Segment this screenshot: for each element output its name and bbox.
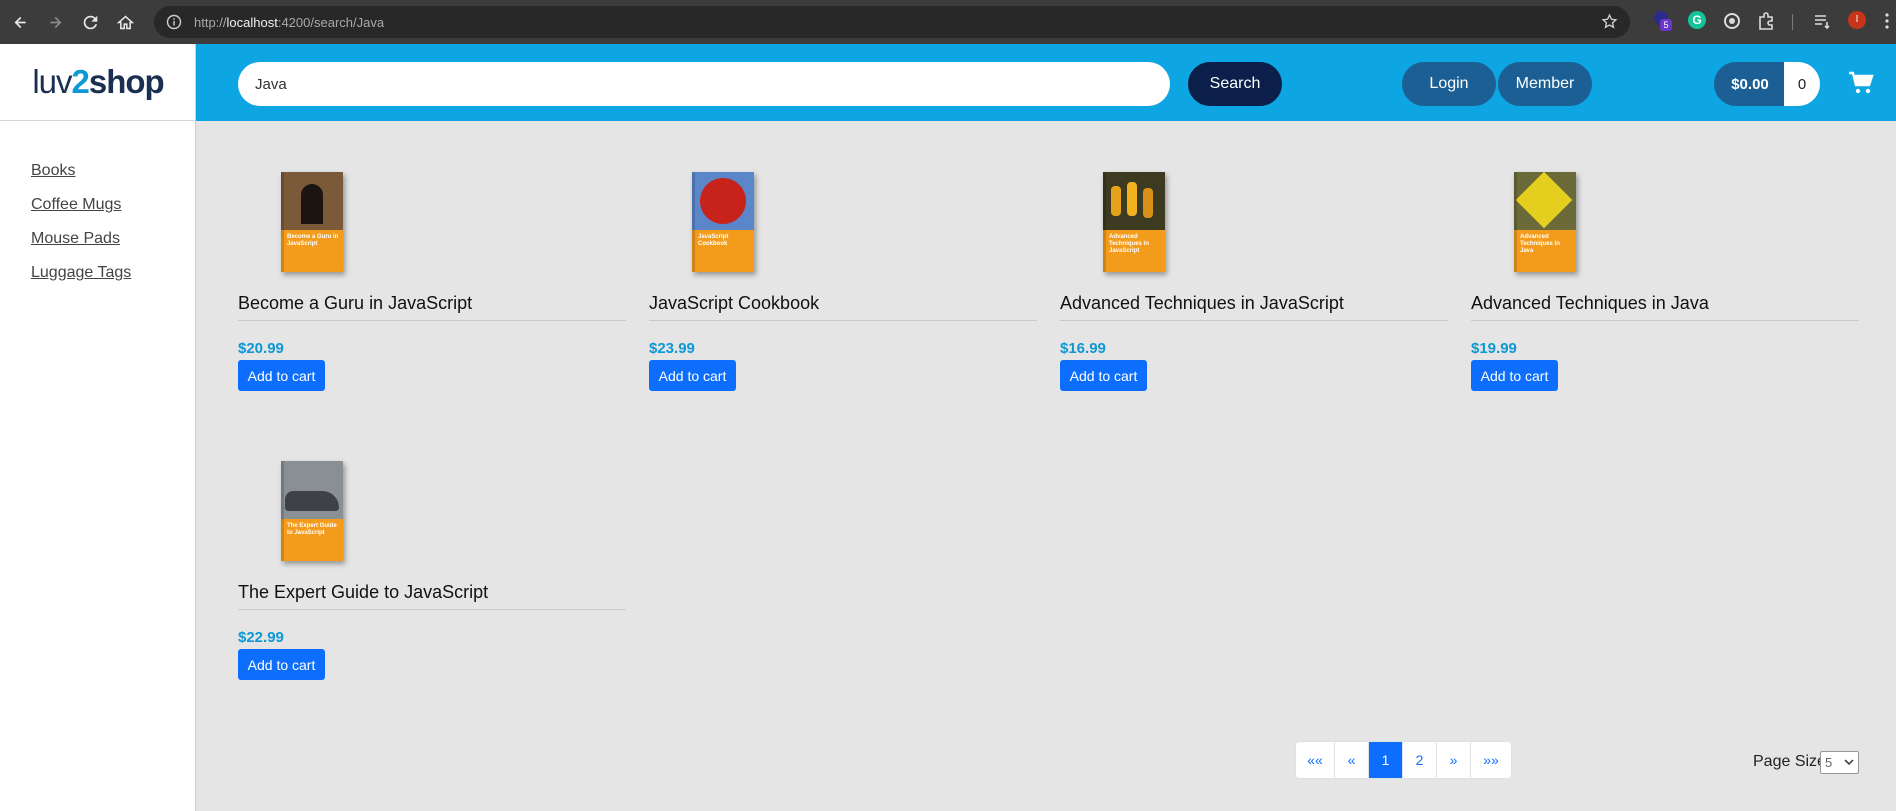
pagination: «« « 1 2 » »»	[1295, 741, 1512, 779]
book-cover-image[interactable]: JavaScript Cookbook	[692, 172, 754, 272]
url-text: http://localhost:4200/search/Java	[194, 14, 385, 30]
reading-list-icon[interactable]	[1812, 11, 1832, 31]
add-to-cart-button[interactable]: Add to cart	[238, 360, 325, 391]
toolbar-divider	[1792, 14, 1793, 30]
sidebar-item-books[interactable]: Books	[31, 162, 131, 181]
product-card: Advanced Techniques in JavaScript Advanc…	[1060, 172, 1448, 394]
product-price: $19.99	[1471, 340, 1517, 357]
sidebar: luv2shop Books Coffee Mugs Mouse Pads Lu…	[0, 44, 196, 811]
header-bar: Search Login Member $0.00 0	[196, 44, 1896, 121]
product-title[interactable]: The Expert Guide to JavaScript	[238, 582, 488, 603]
cart-icon[interactable]	[1848, 71, 1874, 95]
product-card: Become a Guru in JavaScript Become a Gur…	[238, 172, 626, 394]
page-last[interactable]: »»	[1471, 742, 1511, 778]
title-divider	[649, 320, 1037, 321]
product-card: Advanced Techniques in Java Advanced Tec…	[1471, 171, 1859, 394]
extension-shield-icon[interactable]	[1722, 11, 1742, 31]
title-divider	[1471, 320, 1859, 321]
login-button[interactable]: Login	[1402, 62, 1496, 106]
search-button[interactable]: Search	[1188, 62, 1282, 106]
product-title[interactable]: JavaScript Cookbook	[649, 293, 819, 314]
logo[interactable]: luv2shop	[0, 44, 196, 121]
page-1[interactable]: 1	[1369, 742, 1403, 778]
sidebar-item-luggage-tags[interactable]: Luggage Tags	[31, 264, 131, 283]
category-menu: Books Coffee Mugs Mouse Pads Luggage Tag…	[31, 162, 131, 298]
home-icon[interactable]	[112, 9, 138, 35]
page-next[interactable]: »	[1437, 742, 1471, 778]
book-cover-image[interactable]: Advanced Techniques in Java	[1514, 171, 1576, 272]
profile-avatar[interactable]: I	[1848, 11, 1868, 31]
member-button[interactable]: Member	[1498, 62, 1592, 106]
product-price: $16.99	[1060, 340, 1106, 357]
site-info-icon[interactable]	[166, 14, 182, 30]
page-2[interactable]: 2	[1403, 742, 1437, 778]
product-price: $20.99	[238, 340, 284, 357]
reload-icon[interactable]	[77, 9, 103, 35]
browser-toolbar: http://localhost:4200/search/Java 5 G I	[0, 0, 1896, 44]
cart-count: 0	[1784, 62, 1820, 106]
chevron-down-icon	[1844, 759, 1854, 766]
forward-icon[interactable]	[42, 9, 68, 35]
product-title[interactable]: Advanced Techniques in Java	[1471, 293, 1709, 314]
extensions-puzzle-icon[interactable]	[1756, 11, 1776, 31]
book-cover-image[interactable]: The Expert Guide to JavaScript	[281, 461, 343, 561]
page-prev[interactable]: «	[1335, 742, 1369, 778]
add-to-cart-button[interactable]: Add to cart	[1471, 360, 1558, 391]
title-divider	[238, 320, 626, 321]
cart-total: $0.00	[1714, 62, 1786, 106]
address-bar[interactable]: http://localhost:4200/search/Java	[154, 6, 1630, 38]
product-title[interactable]: Become a Guru in JavaScript	[238, 293, 472, 314]
extension-icon-badge[interactable]: 5	[1654, 11, 1674, 31]
add-to-cart-button[interactable]: Add to cart	[649, 360, 736, 391]
product-card: JavaScript Cookbook JavaScript Cookbook …	[649, 172, 1037, 394]
page-size-select[interactable]: 5	[1820, 751, 1859, 774]
add-to-cart-button[interactable]: Add to cart	[1060, 360, 1147, 391]
browser-menu-icon[interactable]	[1882, 11, 1892, 31]
page-first[interactable]: ««	[1296, 742, 1335, 778]
book-cover-image[interactable]: Advanced Techniques in JavaScript	[1103, 172, 1165, 272]
title-divider	[238, 609, 626, 610]
sidebar-item-coffee-mugs[interactable]: Coffee Mugs	[31, 196, 131, 215]
title-divider	[1060, 320, 1448, 321]
book-cover-image[interactable]: Become a Guru in JavaScript	[281, 172, 343, 272]
page-size-label: Page Size	[1753, 753, 1826, 770]
product-price: $23.99	[649, 340, 695, 357]
grammarly-icon[interactable]: G	[1688, 11, 1708, 31]
add-to-cart-button[interactable]: Add to cart	[238, 649, 325, 680]
bookmark-star-icon[interactable]	[1601, 13, 1618, 30]
back-icon[interactable]	[7, 9, 33, 35]
product-title[interactable]: Advanced Techniques in JavaScript	[1060, 293, 1344, 314]
product-card: The Expert Guide to JavaScript The Exper…	[238, 461, 626, 683]
sidebar-item-mouse-pads[interactable]: Mouse Pads	[31, 230, 131, 249]
product-price: $22.99	[238, 629, 284, 646]
search-input[interactable]	[238, 62, 1170, 106]
